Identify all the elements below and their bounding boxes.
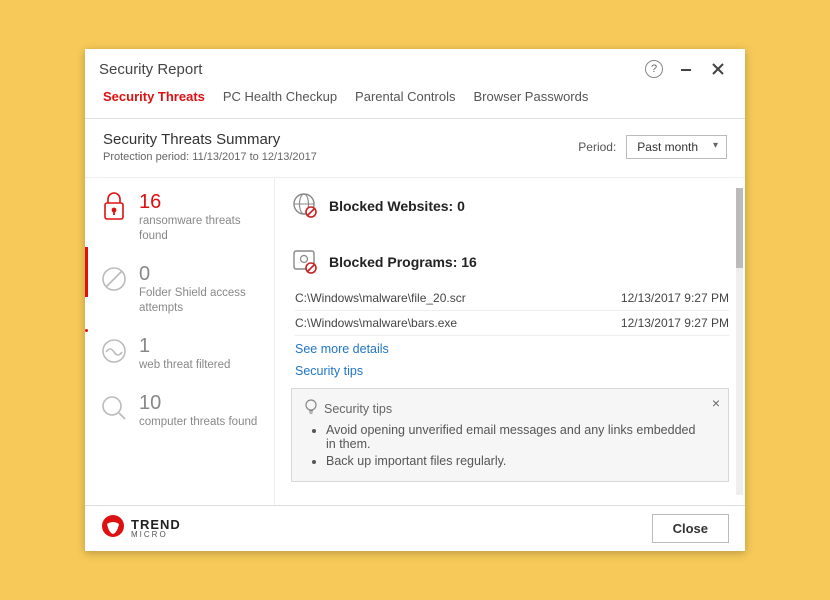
blocked-program-row: C:\Windows\malware\bars.exe 12/13/2017 9… — [295, 311, 729, 336]
security-tips-link[interactable]: Security tips — [295, 364, 729, 378]
body: 16 ransomware threats found 0 Folder Shi… — [85, 178, 745, 505]
scrollbar[interactable] — [736, 188, 743, 495]
file-time: 12/13/2017 9:27 PM — [621, 291, 729, 305]
see-more-link[interactable]: See more details — [295, 342, 729, 356]
summary-title: Security Threats Summary — [103, 131, 578, 148]
security-report-window: Security Report ? Security Threats PC He… — [85, 49, 745, 551]
tip-item: Avoid opening unverified email messages … — [326, 423, 700, 451]
stat-label: web threat filtered — [139, 358, 230, 373]
tip-item: Back up important files regularly. — [326, 454, 700, 468]
lock-icon — [99, 192, 129, 222]
period-dropdown[interactable]: Past month — [626, 135, 727, 159]
tab-security-threats[interactable]: Security Threats — [103, 89, 205, 110]
help-icon: ? — [645, 60, 663, 78]
brand-logo-icon — [101, 514, 125, 543]
tab-browser-passwords[interactable]: Browser Passwords — [474, 89, 589, 110]
window-title: Security Report — [99, 61, 202, 78]
tab-pc-health[interactable]: PC Health Checkup — [223, 89, 337, 110]
magnifier-icon — [99, 393, 129, 423]
titlebar: Security Report ? — [85, 49, 745, 89]
tips-heading: Security tips — [324, 402, 392, 416]
red-dot — [85, 329, 88, 332]
active-indicator-bar — [85, 247, 88, 297]
summary-row: Security Threats Summary Protection peri… — [85, 119, 745, 178]
tab-parental-controls[interactable]: Parental Controls — [355, 89, 455, 110]
stat-count: 10 — [139, 393, 257, 413]
file-path: C:\Windows\malware\bars.exe — [295, 316, 457, 330]
main-panel: Blocked Websites: 0 Blocked Programs: 16… — [275, 178, 745, 505]
period-label: Period: — [578, 140, 616, 154]
brand: TREND MICRO — [101, 514, 181, 543]
stat-folder-shield[interactable]: 0 Folder Shield access attempts — [99, 264, 264, 316]
tabs: Security Threats PC Health Checkup Paren… — [85, 89, 745, 119]
sidebar: 16 ransomware threats found 0 Folder Shi… — [85, 178, 275, 505]
protection-period: Protection period: 11/13/2017 to 12/13/2… — [103, 151, 578, 163]
tips-close-button[interactable]: × — [712, 395, 720, 411]
scrollbar-thumb[interactable] — [736, 188, 743, 268]
lightbulb-icon — [304, 399, 318, 418]
stat-count: 1 — [139, 336, 230, 356]
minimize-button[interactable] — [673, 56, 699, 82]
globe-blocked-icon — [291, 192, 319, 220]
stat-label: Folder Shield access attempts — [139, 286, 264, 316]
stat-ransomware[interactable]: 16 ransomware threats found — [99, 192, 264, 244]
brand-line2: MICRO — [131, 531, 181, 539]
file-path: C:\Windows\malware\file_20.scr — [295, 291, 466, 305]
stat-count: 16 — [139, 192, 264, 212]
blocked-programs-section: Blocked Programs: 16 — [291, 248, 729, 276]
program-blocked-icon — [291, 248, 319, 276]
blocked-websites-title: Blocked Websites: 0 — [329, 198, 465, 214]
stat-label: computer threats found — [139, 415, 257, 430]
stat-web-threat[interactable]: 1 web threat filtered — [99, 336, 264, 373]
circle-slash-icon — [99, 264, 129, 294]
stat-computer-threats[interactable]: 10 computer threats found — [99, 393, 264, 430]
wave-icon — [99, 336, 129, 366]
blocked-program-row: C:\Windows\malware\file_20.scr 12/13/201… — [295, 286, 729, 311]
stat-label: ransomware threats found — [139, 214, 264, 244]
tips-box: × Security tips Avoid opening unverified… — [291, 388, 729, 482]
file-time: 12/13/2017 9:27 PM — [621, 316, 729, 330]
blocked-programs-title: Blocked Programs: 16 — [329, 254, 477, 270]
help-button[interactable]: ? — [641, 56, 667, 82]
stat-count: 0 — [139, 264, 264, 284]
blocked-websites-section: Blocked Websites: 0 — [291, 192, 729, 220]
footer: TREND MICRO Close — [85, 505, 745, 551]
close-button[interactable]: Close — [652, 514, 729, 543]
close-window-button[interactable] — [705, 56, 731, 82]
